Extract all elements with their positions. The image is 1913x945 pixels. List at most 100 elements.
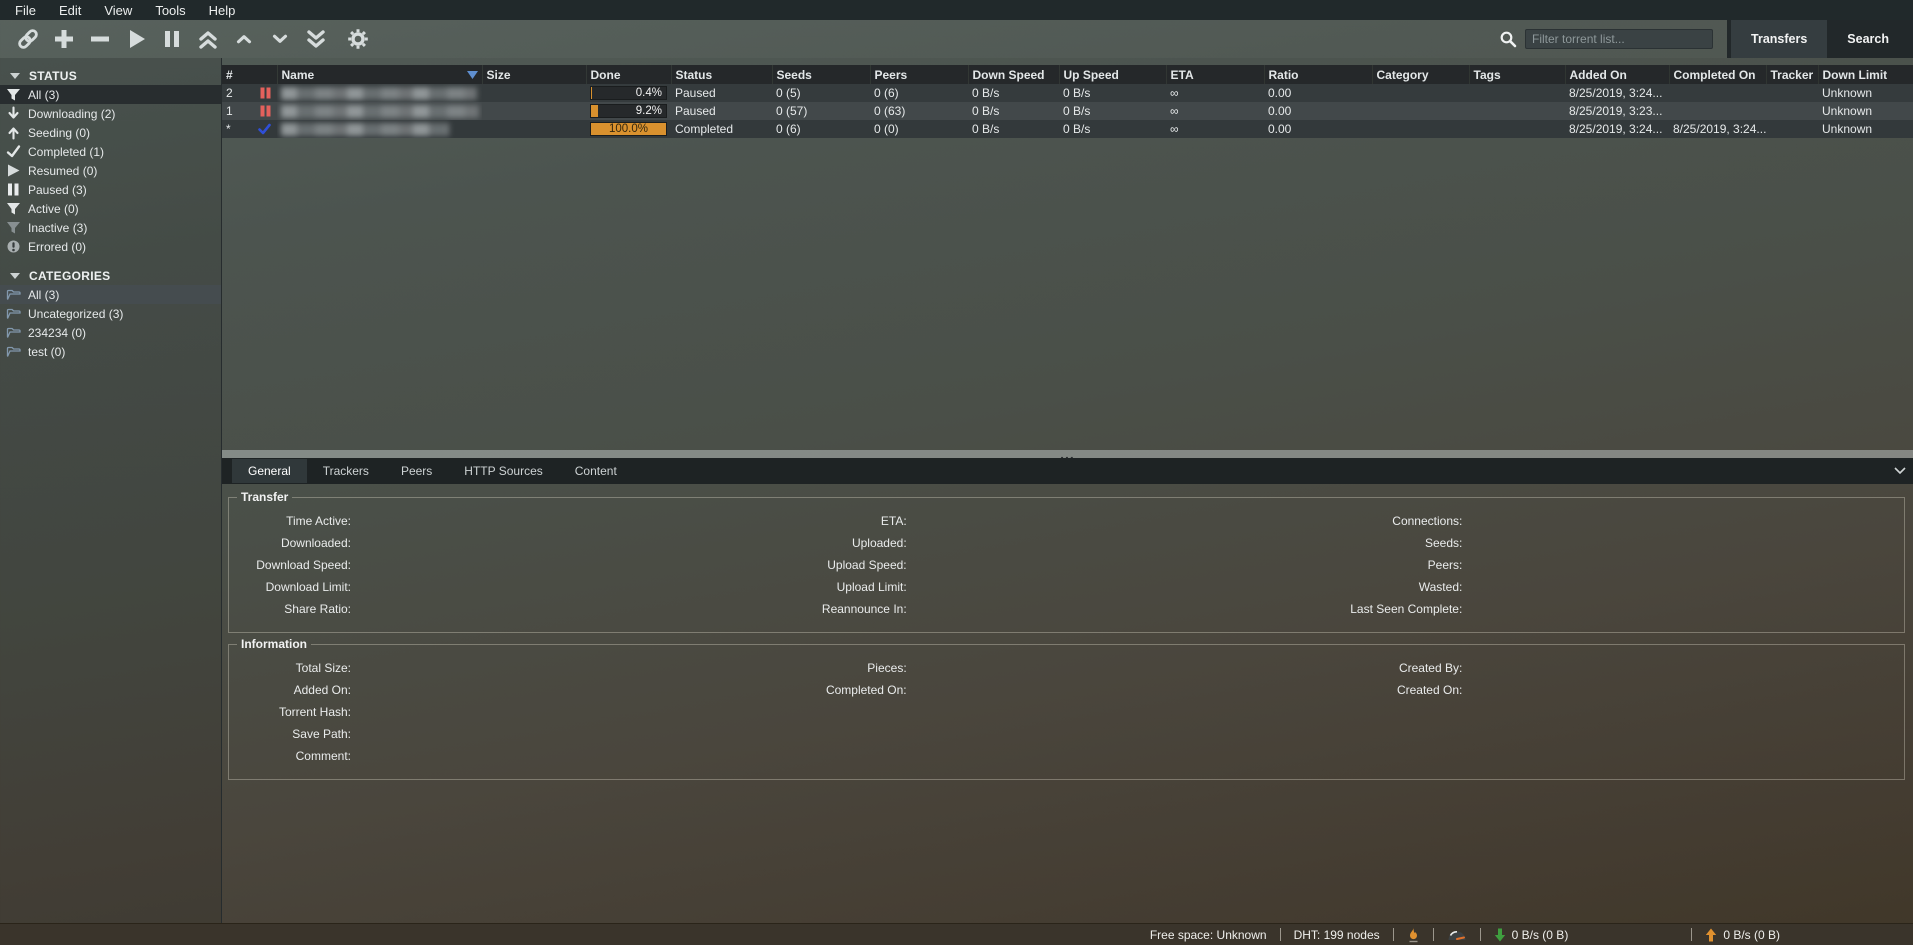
sidebar-category-test[interactable]: test (0): [0, 342, 221, 361]
tab-peers[interactable]: Peers: [385, 459, 448, 483]
cell-added-on: 8/25/2019, 3:23...: [1565, 102, 1669, 120]
column-header-category[interactable]: Category: [1372, 65, 1469, 84]
column-header-eta[interactable]: ETA: [1166, 65, 1264, 84]
minus-icon: [88, 27, 112, 51]
menu-help[interactable]: Help: [200, 1, 250, 20]
download-arrow-icon: [1494, 928, 1506, 942]
sidebar-category-234234[interactable]: 234234 (0): [0, 323, 221, 342]
pause-icon: [160, 27, 184, 51]
cell-size: [482, 84, 586, 102]
tab-general[interactable]: General: [232, 459, 307, 483]
column-header-tracker[interactable]: Tracker: [1766, 65, 1818, 84]
column-header-down-limit[interactable]: Down Limit: [1818, 65, 1913, 84]
value-share-ratio: [351, 598, 789, 620]
information-section: Information Total Size: Pieces: Created …: [228, 637, 1905, 780]
cell-tags: [1469, 120, 1565, 138]
resume-button[interactable]: [118, 24, 154, 54]
sidebar-category-uncategorized[interactable]: Uncategorized (3): [0, 304, 221, 323]
sidebar-filter-active[interactable]: Active (0): [0, 199, 221, 218]
tab-search[interactable]: Search: [1827, 20, 1909, 58]
decrease-priority-button[interactable]: [262, 24, 298, 54]
options-button[interactable]: [340, 24, 376, 54]
label-reannounce-in: Reannounce In:: [789, 598, 907, 620]
column-header-number[interactable]: #: [222, 65, 277, 84]
tab-http-sources[interactable]: HTTP Sources: [448, 459, 558, 483]
column-header-completed-on[interactable]: Completed On: [1669, 65, 1766, 84]
value-total-size: [351, 657, 789, 679]
column-header-added-on[interactable]: Added On: [1565, 65, 1669, 84]
sidebar-filter-inactive[interactable]: Inactive (3): [0, 218, 221, 237]
cell-tracker: [1766, 102, 1818, 120]
column-header-down-speed[interactable]: Down Speed: [968, 65, 1059, 84]
column-header-ratio[interactable]: Ratio: [1264, 65, 1372, 84]
column-header-status[interactable]: Status: [671, 65, 772, 84]
menu-edit[interactable]: Edit: [50, 1, 95, 20]
pause-button[interactable]: [154, 24, 190, 54]
add-torrent-link-button[interactable]: [10, 24, 46, 54]
menu-file[interactable]: File: [6, 1, 50, 20]
column-header-size[interactable]: Size: [482, 65, 586, 84]
column-header-up-speed[interactable]: Up Speed: [1059, 65, 1166, 84]
cell-up-speed: 0 B/s: [1059, 84, 1166, 102]
cell-ratio: 0.00: [1264, 102, 1372, 120]
label-share-ratio: Share Ratio:: [233, 598, 351, 620]
menu-tools[interactable]: Tools: [146, 1, 199, 20]
column-header-done[interactable]: Done: [586, 65, 671, 84]
sidebar-filter-all[interactable]: All (3): [0, 85, 221, 104]
top-priority-button[interactable]: [190, 24, 226, 54]
sidebar-category-all[interactable]: All (3): [0, 285, 221, 304]
torrent-table-area: # Name Size Done Status Seeds Peers Down…: [222, 58, 1913, 450]
alt-speed-limits-button[interactable]: [1434, 928, 1480, 941]
filter-sidebar: STATUS All (3) Downloading (2) Seeding (…: [0, 58, 222, 923]
cell-size: [482, 102, 586, 120]
cell-tags: [1469, 102, 1565, 120]
torrent-row[interactable]: 2 0.4% Paused 0 (5) 0 (6) 0 B/s 0 B/s ∞: [222, 84, 1913, 102]
cell-up-speed: 0 B/s: [1059, 120, 1166, 138]
cell-eta: ∞: [1166, 120, 1264, 138]
download-speed-label: 0 B/s (0 B): [1512, 928, 1569, 942]
column-header-peers[interactable]: Peers: [870, 65, 968, 84]
cell-peers: 0 (63): [870, 102, 968, 120]
alt-speed-gauge-icon: [1447, 928, 1467, 941]
global-upload-speed[interactable]: 0 B/s (0 B): [1692, 928, 1793, 942]
bottom-priority-button[interactable]: [298, 24, 334, 54]
connection-status-button[interactable]: [1394, 927, 1433, 943]
add-torrent-file-button[interactable]: [46, 24, 82, 54]
categories-section-header[interactable]: CATEGORIES: [0, 266, 221, 285]
sidebar-filter-resumed[interactable]: Resumed (0): [0, 161, 221, 180]
label-upload-limit: Upload Limit:: [789, 576, 907, 598]
global-download-speed[interactable]: 0 B/s (0 B): [1481, 928, 1582, 942]
cell-status: Paused: [671, 84, 772, 102]
sidebar-filter-seeding[interactable]: Seeding (0): [0, 123, 221, 142]
sidebar-filter-errored[interactable]: Errored (0): [0, 237, 221, 256]
column-header-seeds[interactable]: Seeds: [772, 65, 870, 84]
torrent-row[interactable]: 1 9.2% Paused 0 (57) 0 (63) 0 B/s 0 B/s …: [222, 102, 1913, 120]
menu-view[interactable]: View: [95, 1, 146, 20]
tab-trackers[interactable]: Trackers: [307, 459, 385, 483]
delete-torrent-button[interactable]: [82, 24, 118, 54]
column-header-tags[interactable]: Tags: [1469, 65, 1565, 84]
cell-status: Paused: [671, 102, 772, 120]
plus-icon: [52, 27, 76, 51]
dht-nodes-indicator: DHT: 199 nodes: [1281, 928, 1393, 942]
tab-content[interactable]: Content: [559, 459, 633, 483]
sidebar-filter-completed[interactable]: Completed (1): [0, 142, 221, 161]
label-eta: ETA:: [789, 510, 907, 532]
collapse-detail-button[interactable]: [1887, 467, 1913, 475]
tab-transfers[interactable]: Transfers: [1731, 20, 1827, 58]
column-header-name-label: Name: [282, 68, 315, 82]
torrent-row[interactable]: * 100.0% Completed 0 (6) 0 (0) 0 B/s 0 B…: [222, 120, 1913, 138]
cell-down-speed: 0 B/s: [968, 120, 1059, 138]
cell-down-speed: 0 B/s: [968, 84, 1059, 102]
label-save-path: Save Path:: [233, 723, 351, 745]
sidebar-filter-downloading[interactable]: Downloading (2): [0, 104, 221, 123]
increase-priority-button[interactable]: [226, 24, 262, 54]
label-added-on: Added On:: [233, 679, 351, 701]
status-section-header[interactable]: STATUS: [0, 66, 221, 85]
pane-splitter[interactable]: ...: [222, 450, 1913, 458]
sidebar-filter-paused[interactable]: Paused (3): [0, 180, 221, 199]
completed-check-icon: [258, 123, 271, 135]
filter-torrent-input[interactable]: [1525, 29, 1713, 49]
column-header-name[interactable]: Name: [277, 65, 482, 84]
cell-ratio: 0.00: [1264, 120, 1372, 138]
